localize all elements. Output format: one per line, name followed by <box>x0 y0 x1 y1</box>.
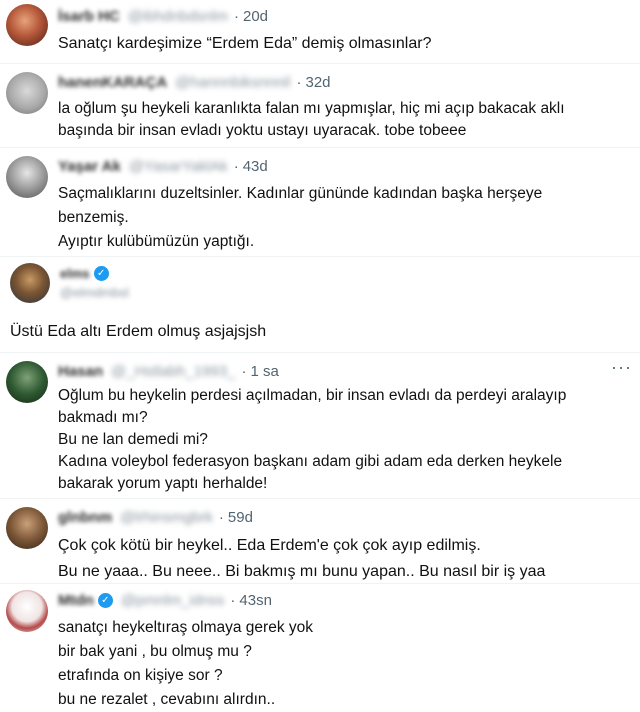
avatar[interactable] <box>6 72 48 114</box>
post-text-line: la oğlum şu heykeli karanlıkta falan mı … <box>58 100 565 117</box>
avatar[interactable] <box>10 263 50 303</box>
avatar[interactable] <box>6 590 48 632</box>
author-handle[interactable]: @hannnbiksnnnil <box>175 74 290 91</box>
reply-post-7[interactable]: glnbnm @lrhinsmgbrk · 59d Çok çok kötü b… <box>0 499 640 583</box>
reply-post-5[interactable]: Üstü Eda altı Erdem olmuş asjajsjsh <box>0 316 640 350</box>
post-text-line: benzemiş. <box>58 209 129 226</box>
author-handle[interactable]: @_Hstlabh_1993_ <box>111 363 235 380</box>
post-text-line: Bu ne lan demedi mi? <box>58 431 208 448</box>
timestamp[interactable]: 43d <box>243 158 268 175</box>
timestamp[interactable]: 1 sa <box>251 363 279 380</box>
post-text-line: etrafında on kişiye sor ? <box>58 667 223 684</box>
author-handle[interactable]: @YasarYaklAk <box>129 158 228 175</box>
timestamp[interactable]: 20d <box>243 8 268 25</box>
verified-badge-icon: ✓ <box>97 592 113 608</box>
author-name[interactable]: İsarb HC <box>58 8 120 25</box>
author-handle[interactable]: @ibhdnbdsnlm <box>128 8 228 25</box>
avatar[interactable] <box>6 4 48 46</box>
post-text-line: bu ne rezalet , cevabını alırdın.. <box>58 691 276 708</box>
reply-post-4[interactable]: elms ✓ @elmdmbsl <box>0 257 640 307</box>
post-text-line: bakmadı mı? <box>58 409 148 426</box>
avatar[interactable] <box>6 361 48 403</box>
reply-post-2[interactable]: hanenKARAÇA @hannnbiksnnnil · 32d la oğl… <box>0 64 640 150</box>
author-name[interactable]: Yaşar Ak <box>58 158 121 175</box>
author-name[interactable]: Mtdn <box>58 592 94 609</box>
reply-post-8[interactable]: Mtdn ✓ @pmnlm_idnss · 43sn sanatçı heyke… <box>0 584 640 709</box>
author-handle[interactable]: @pmnlm_idnss <box>121 592 225 609</box>
author-name[interactable]: glnbnm <box>58 509 112 526</box>
post-text-line: Bu ne yaaa.. Bu neee.. Bi bakmış mı bunu… <box>58 563 546 580</box>
verified-badge-icon: ✓ <box>93 265 109 281</box>
author-handle[interactable]: @lrhinsmgbrk <box>120 509 213 526</box>
post-text-line: Ayıptır kulübümüzün yaptığı. <box>58 233 255 250</box>
avatar[interactable] <box>6 507 48 549</box>
author-name[interactable]: hanenKARAÇA <box>58 74 167 91</box>
post-text-line: Saçmalıklarını duzeltsinler. Kadınlar gü… <box>58 185 543 202</box>
post-text-line: Çok çok kötü bir heykel.. Eda Erdem'e ço… <box>58 537 481 554</box>
post-text-line: sanatçı heykeltıraş olmaya gerek yok <box>58 619 314 636</box>
post-text-line: Kadına voleybol federasyon başkanı adam … <box>58 453 563 470</box>
author-name[interactable]: Hasan <box>58 363 103 380</box>
post-text-line: başında bir insan evladı yoktu ustayı uy… <box>58 122 467 139</box>
post-text-line: bakarak yorum yaptı herhalde! <box>58 475 268 492</box>
timestamp[interactable]: 32d <box>305 74 330 91</box>
avatar[interactable] <box>6 156 48 198</box>
reply-post-1[interactable]: İsarb HC @ibhdnbdsnlm · 20d Sanatçı kard… <box>0 0 640 62</box>
reply-post-6[interactable]: Hasan @_Hstlabh_1993_ · 1 sa ··· Oğlum b… <box>0 353 640 498</box>
post-text: Üstü Eda altı Erdem olmuş asjajsjsh <box>10 323 267 340</box>
post-text-line: bir bak yani , bu olmuş mu ? <box>58 643 252 660</box>
more-options-icon[interactable]: ··· <box>611 357 632 378</box>
timestamp[interactable]: 43sn <box>239 592 272 609</box>
post-text: Sanatçı kardeşimize “Erdem Eda” demiş ol… <box>58 35 432 52</box>
post-text-line: Oğlum bu heykelin perdesi açılmadan, bir… <box>58 387 567 404</box>
timestamp[interactable]: 59d <box>228 509 253 526</box>
reply-post-3[interactable]: Yaşar Ak @YasarYaklAk · 43d Saçmalıkları… <box>0 148 640 256</box>
author-name[interactable]: elms <box>60 266 90 281</box>
author-handle[interactable]: @elmdmbsl <box>60 285 129 300</box>
